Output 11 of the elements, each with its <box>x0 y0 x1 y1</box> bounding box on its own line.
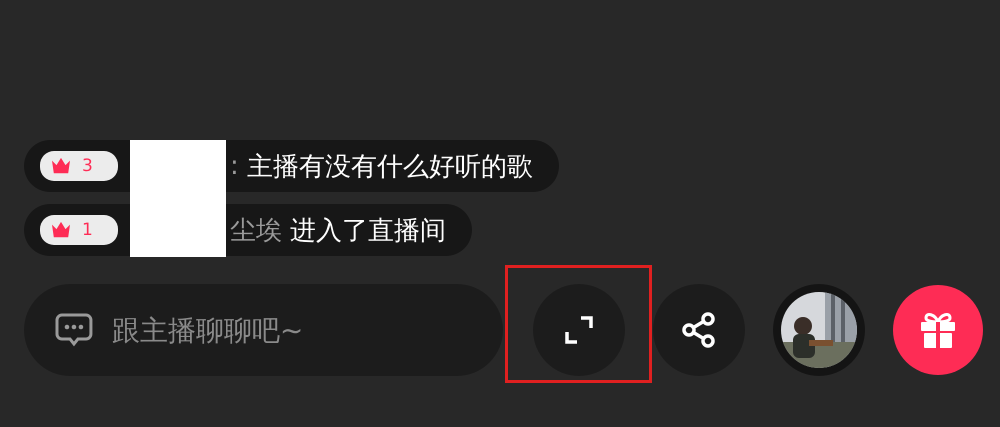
level-badge: 3 <box>40 151 118 181</box>
message-text: 主播有没有什么好听的歌 <box>246 150 533 184</box>
crown-icon <box>50 157 72 175</box>
message-input[interactable]: 跟主播聊聊吧~ <box>110 312 473 348</box>
crown-icon <box>50 221 72 239</box>
chat-input-field[interactable]: 跟主播聊聊吧~ <box>24 284 503 376</box>
user-name: : <box>230 151 239 181</box>
message-text: 进入了直播间 <box>290 214 446 248</box>
chat-bubble-icon <box>54 312 94 348</box>
user-name: 尘埃 <box>230 214 282 248</box>
level-badge: 1 <box>40 215 118 245</box>
